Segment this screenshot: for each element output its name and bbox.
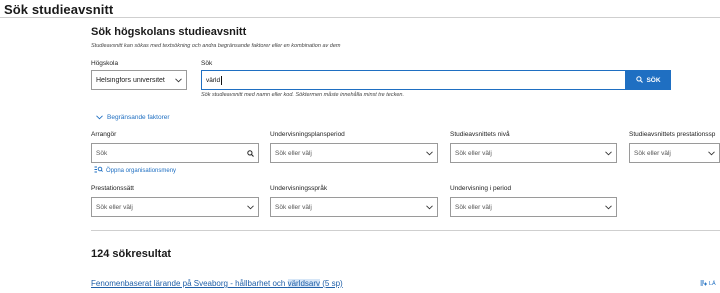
- filter-field[interactable]: Sök eller välj: [270, 197, 438, 217]
- result-title-link[interactable]: Fenomenbaserat lärande på Sveaborg - hål…: [91, 279, 343, 288]
- result-title-highlight: världsarv: [287, 279, 321, 288]
- add-result-button[interactable]: LÄ: [700, 280, 716, 288]
- filter-label: Prestationssätt: [91, 185, 134, 192]
- chevron-down-icon: [425, 203, 433, 211]
- search-input[interactable]: värld: [201, 70, 626, 90]
- open-organisation-menu-link[interactable]: Öppna organisationsmeny: [94, 166, 176, 175]
- search-icon: [636, 75, 644, 85]
- chevron-down-icon: [95, 113, 103, 121]
- filter-field[interactable]: Sök: [91, 143, 259, 163]
- university-label: Högskola: [91, 60, 119, 67]
- filter-label: Undervisningsplansperiod: [270, 131, 345, 138]
- search-input-value: värld: [206, 76, 221, 84]
- add-result-label: LÄ: [709, 281, 716, 287]
- filter-label: Studieavsnittets nivå: [450, 131, 510, 138]
- search-icon: [246, 149, 254, 157]
- page-title: Sök studieavsnitt: [4, 2, 114, 17]
- university-select-value: Helsingfors universitet: [96, 76, 165, 84]
- search-label: Sök: [201, 60, 213, 67]
- chevron-down-icon: [604, 203, 612, 211]
- filter-field[interactable]: Sök eller välj: [91, 197, 259, 217]
- filter-placeholder: Sök: [96, 149, 108, 157]
- add-to-list-icon: [700, 280, 707, 288]
- result-title-part: Fenomenbaserat lärande på Sveaborg - hål…: [91, 279, 288, 288]
- filter-placeholder: Sök eller välj: [634, 149, 671, 157]
- filter-field[interactable]: Sök eller välj: [450, 143, 617, 163]
- open-organisation-menu-label: Öppna organisationsmeny: [106, 167, 177, 174]
- filter-label: Undervisning i period: [450, 185, 512, 192]
- hierarchy-search-icon: [94, 166, 103, 175]
- chevron-down-icon: [246, 203, 254, 211]
- chevron-down-icon: [604, 149, 612, 157]
- text-caret: [221, 75, 223, 85]
- filter-placeholder: Sök eller välj: [455, 149, 492, 157]
- filter-placeholder: Sök eller välj: [275, 149, 312, 157]
- filter-placeholder: Sök eller välj: [96, 203, 133, 211]
- chevron-down-icon: [425, 149, 433, 157]
- filter-field[interactable]: Sök eller välj: [450, 197, 617, 217]
- chevron-down-icon: [174, 76, 182, 84]
- filter-label: Arrangör: [91, 131, 117, 138]
- filter-placeholder: Sök eller välj: [275, 203, 312, 211]
- section-title: Sök högskolans studieavsnitt: [91, 26, 247, 38]
- section-subtitle: Studieavsnitt kan sökas med textsökning …: [91, 43, 341, 49]
- filter-field[interactable]: Sök eller välj: [270, 143, 438, 163]
- university-select[interactable]: Helsingfors universitet: [91, 70, 187, 90]
- filter-label: Undervisningsspråk: [270, 185, 328, 192]
- filter-label: Studieavsnittets prestationssp: [629, 131, 716, 138]
- results-divider: [91, 230, 720, 231]
- limiting-factors-label: Begränsande faktorer: [107, 113, 170, 121]
- result-title-part: (5 sp): [320, 279, 343, 288]
- results-count: 124 sökresultat: [91, 248, 172, 260]
- limiting-factors-toggle[interactable]: Begränsande faktorer: [95, 113, 170, 121]
- search-button-label: SÖK: [646, 76, 661, 84]
- search-hint: Sök studieavsnitt med namn eller kod. Sö…: [201, 92, 404, 98]
- filter-placeholder: Sök eller välj: [455, 203, 492, 211]
- search-button[interactable]: SÖK: [626, 70, 671, 90]
- filter-field[interactable]: Sök eller välj: [629, 143, 720, 163]
- chevron-down-icon: [707, 149, 715, 157]
- title-divider: [0, 17, 720, 18]
